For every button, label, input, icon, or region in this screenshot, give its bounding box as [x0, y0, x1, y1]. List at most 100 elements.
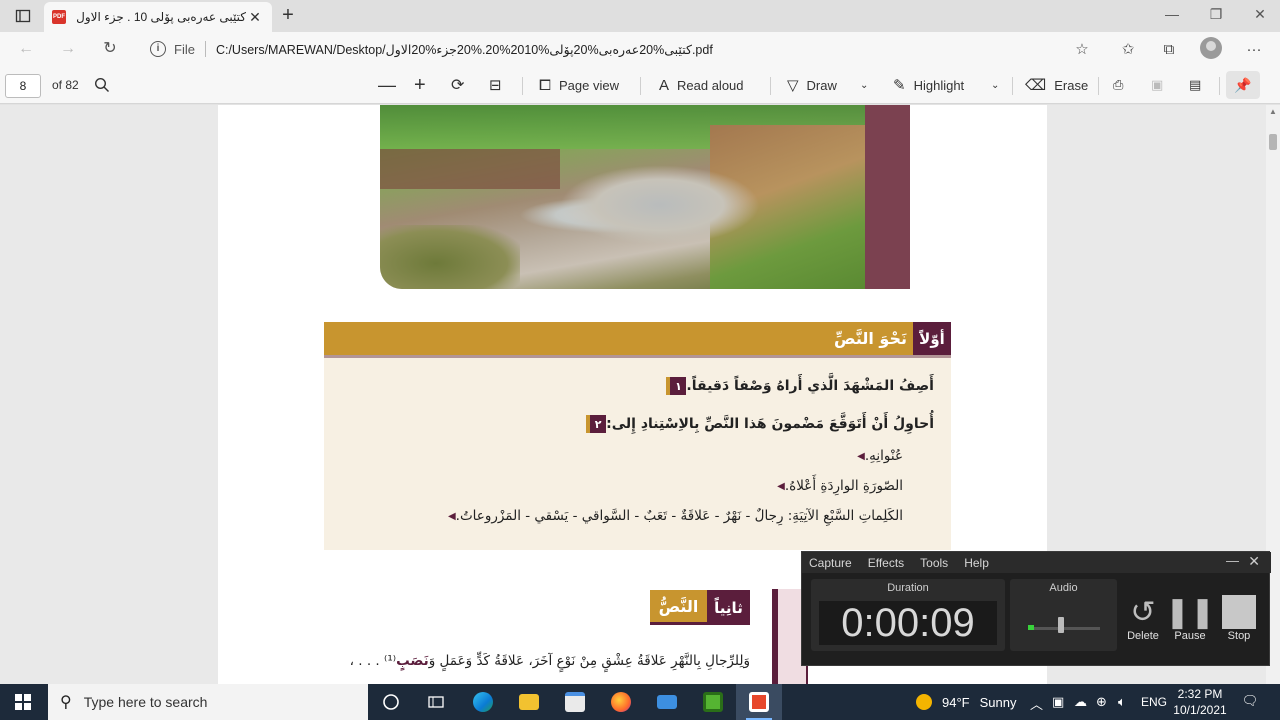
restart-icon: ↺ — [1130, 595, 1156, 629]
recorder-minimize-button[interactable]: — — [1226, 553, 1239, 568]
browser-tab[interactable]: PDF كتێبی عەرەبی پۆلی 10 . جزء الاول.pdf… — [44, 2, 272, 32]
question-number: ٢ — [586, 415, 607, 433]
store-icon — [565, 692, 585, 712]
tab-actions-button[interactable] — [8, 4, 38, 28]
minimize-button[interactable]: — — [1150, 0, 1194, 30]
page-number-input[interactable]: 8 — [5, 74, 41, 98]
new-tab-button[interactable]: + — [276, 4, 300, 28]
cortana-button[interactable] — [368, 684, 414, 720]
start-button[interactable] — [0, 684, 46, 720]
task-view-button[interactable] — [413, 684, 459, 720]
notification-center-button[interactable]: 🗨︎ — [1240, 693, 1260, 711]
search-icon — [94, 77, 109, 92]
rotate-button[interactable]: ⟳ — [451, 73, 464, 97]
onedrive-icon[interactable]: ☁ — [1074, 694, 1087, 710]
highlight-button[interactable]: ✎ Highlight — [893, 73, 964, 97]
divider — [640, 77, 641, 95]
task-view-icon — [428, 696, 444, 708]
back-button[interactable]: ← — [12, 37, 40, 61]
pin-icon: 📌 — [1234, 76, 1252, 93]
draw-options-dropdown[interactable]: ⌄ — [860, 73, 868, 97]
avatar[interactable] — [1200, 37, 1222, 59]
highlight-options-dropdown[interactable]: ⌄ — [991, 73, 999, 97]
address-field[interactable]: i File C:/Users/MAREWAN/Desktop/كتێبی%20… — [140, 35, 1100, 63]
list-item: ◀ عُنْوانِهِ. — [857, 448, 903, 464]
scrollbar-thumb[interactable] — [1269, 134, 1277, 150]
zoom-out-icon: — — [378, 74, 396, 95]
save-as-button[interactable]: ▤ — [1189, 73, 1201, 97]
favorite-add-button[interactable]: ☆ — [1068, 37, 1096, 61]
file-explorer-button[interactable] — [506, 684, 552, 720]
volume-icon[interactable]: 🔈︎ — [1118, 694, 1126, 710]
menu-capture[interactable]: Capture — [809, 556, 852, 570]
plus-icon: + — [282, 4, 294, 26]
zoom-out-button[interactable]: — — [378, 73, 396, 97]
restore-button[interactable]: ❐ — [1194, 0, 1238, 30]
store-button[interactable] — [552, 684, 598, 720]
device-icon[interactable]: ▣ — [1052, 694, 1064, 710]
triangle-bullet-icon: ◀ — [777, 480, 785, 492]
pin-toolbar-button[interactable]: 📌 — [1226, 71, 1260, 99]
question-1: ١ أَصِفُ المَشْهَدَ الَّذي أَراهُ وَصْفا… — [660, 374, 934, 398]
menu-help[interactable]: Help — [964, 556, 989, 570]
recorder-taskbar-button[interactable] — [736, 684, 782, 720]
scroll-up-icon[interactable]: ▲ — [1269, 107, 1277, 116]
read-aloud-button[interactable]: A Read aloud — [659, 73, 744, 97]
camtasia-button[interactable] — [690, 684, 736, 720]
edge-taskbar-button[interactable] — [460, 684, 506, 720]
erase-button[interactable]: ⌫ Erase — [1025, 73, 1088, 97]
save-button[interactable]: ▣ — [1151, 73, 1163, 97]
menu-tools[interactable]: Tools — [920, 556, 948, 570]
more-icon: ··· — [1246, 40, 1262, 58]
forward-button[interactable]: → — [54, 37, 82, 61]
close-window-button[interactable]: ✕ — [1238, 0, 1280, 30]
read-aloud-icon: A — [659, 76, 670, 94]
fit-page-button[interactable]: ⊟ — [489, 73, 502, 97]
stop-recording-button[interactable]: Stop — [1215, 594, 1263, 642]
audio-volume-slider[interactable] — [1058, 617, 1064, 633]
tab-close-button[interactable]: ✕ — [246, 9, 264, 26]
recorder-close-button[interactable]: ✕ — [1248, 553, 1260, 570]
tab-actions-icon — [15, 9, 31, 23]
search-placeholder: Type here to search — [83, 694, 208, 710]
highlight-label: Highlight — [913, 77, 965, 93]
url-text: C:/Users/MAREWAN/Desktop/كتێبی%20عەرەبی%… — [215, 42, 713, 57]
clock[interactable]: 2:32 PM 10/1/2021 — [1168, 686, 1232, 718]
pdf-toolbar: 8 of 82 — + ⟳ ⊟ ⧠ Page view A Read aloud ▽… — [0, 66, 1280, 104]
weather-widget[interactable]: 94°F Sunny — [916, 684, 1016, 720]
save-as-icon: ▤ — [1189, 77, 1202, 92]
screen-recorder-widget: Capture Effects Tools Help — ✕ Duration … — [801, 551, 1271, 666]
taskbar-search-box[interactable]: ⚲ Type here to search — [48, 684, 368, 720]
collections-button[interactable]: ⧉ — [1155, 37, 1183, 61]
erase-label: Erase — [1054, 77, 1089, 93]
info-icon[interactable]: i — [150, 41, 166, 57]
weather-condition: Sunny — [979, 694, 1017, 710]
pause-recording-button[interactable]: ❚❚ Pause — [1165, 594, 1215, 643]
divider — [522, 77, 523, 95]
triangle-bullet-icon: ◀ — [447, 510, 456, 522]
menu-effects[interactable]: Effects — [868, 556, 904, 570]
favorites-button[interactable]: ✩ — [1114, 37, 1142, 61]
stop-label: Stop — [1227, 630, 1251, 642]
refresh-button[interactable]: ↻ — [96, 37, 124, 61]
print-button[interactable]: ⎙ — [1113, 73, 1123, 97]
pdf-favicon-icon: PDF — [52, 10, 66, 24]
show-hidden-icons-button[interactable]: ︿ — [1030, 694, 1043, 713]
duration-timer: 0:00:09 — [819, 601, 997, 645]
camtasia-icon — [703, 692, 723, 712]
section-towards-text: أوّلاً نَحْوَ النَّصِّ ١ أَصِفُ المَشْهَ… — [324, 322, 951, 550]
mail-button[interactable] — [644, 684, 690, 720]
page-view-button[interactable]: ⧠ Page view — [539, 73, 619, 97]
zoom-in-button[interactable]: + — [414, 73, 426, 97]
duration-panel: Duration 0:00:09 — [811, 579, 1005, 651]
draw-button[interactable]: ▽ Draw — [787, 73, 837, 97]
list-item: ◀ الصّورَةِ الوارِدَةِ أَعْلاهُ. — [777, 478, 903, 494]
firefox-button[interactable] — [598, 684, 644, 720]
delete-recording-button[interactable]: ↺ Delete — [1119, 594, 1167, 643]
network-icon[interactable]: ⊕ — [1096, 694, 1107, 710]
more-button[interactable]: ··· — [1240, 37, 1268, 61]
language-indicator[interactable]: ENG — [1141, 695, 1167, 709]
page-count: of 82 — [52, 78, 79, 92]
collections-icon: ⧉ — [1163, 40, 1175, 58]
search-button[interactable] — [94, 73, 110, 97]
